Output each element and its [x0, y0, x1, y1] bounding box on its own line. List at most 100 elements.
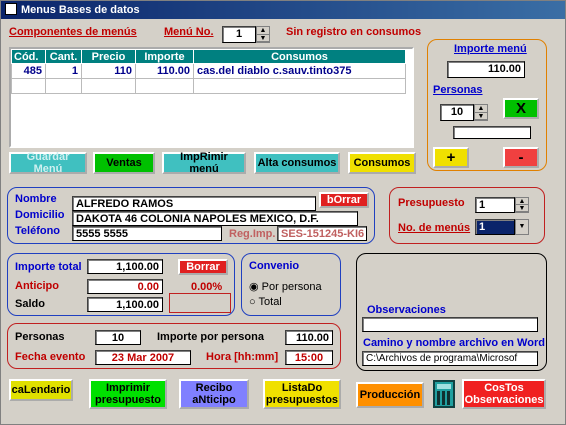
radio-checked-icon[interactable]: ◉ — [249, 281, 259, 293]
btn-line1: Imprimir — [105, 382, 150, 394]
presupuesto-field[interactable]: 1 — [475, 197, 515, 213]
word-path-field[interactable]: C:\Archivos de programa\Microsof — [362, 351, 538, 366]
hora-field[interactable]: 15:00 — [285, 350, 333, 365]
personas-spinner[interactable]: ▲ ▼ — [474, 104, 488, 121]
status-text: Sin registro en consumos — [286, 26, 422, 38]
fecha-field[interactable]: 23 Mar 2007 — [95, 350, 191, 365]
imprimir-presupuesto-button[interactable]: Imprimir presupuesto — [89, 379, 167, 409]
calculator-icon[interactable] — [433, 380, 455, 408]
consumos-button[interactable]: Consumos — [348, 152, 416, 174]
recibo-anticipo-button[interactable]: Recibo aNticipo — [179, 379, 249, 409]
spin-down-icon[interactable]: ▼ — [516, 205, 528, 212]
no-menus-select[interactable]: 1 — [475, 219, 515, 235]
spin-up-icon[interactable]: ▲ — [516, 198, 528, 205]
componentes-label: Componentes de menús — [9, 26, 137, 38]
word-path-label: Camino y nombre archivo en Word — [363, 337, 545, 349]
btn-line2: presupuesto — [94, 394, 161, 406]
convenio-label: Convenio — [249, 260, 300, 272]
personas-field[interactable]: 10 — [440, 104, 474, 121]
telefono-label: Teléfono — [15, 225, 61, 237]
col-importe[interactable]: Importe — [135, 49, 194, 64]
importe-menu-label: Importe menú — [454, 43, 527, 55]
ipp-field[interactable]: 110.00 — [285, 330, 333, 345]
radio-por-persona[interactable]: ◉ Por persona — [249, 280, 322, 293]
ventas-button[interactable]: Ventas — [93, 152, 155, 174]
spin-down-icon[interactable]: ▼ — [257, 35, 269, 42]
domicilio-field[interactable]: DAKOTA 46 COLONIA NAPOLES MEXICO, D.F. — [72, 211, 358, 226]
radio-label: Por persona — [261, 281, 322, 293]
menu-no-label: Menú No. — [164, 26, 214, 38]
importe-total-field[interactable]: 1,100.00 — [87, 259, 163, 274]
radio-label: Total — [258, 296, 282, 308]
table-row-empty[interactable] — [11, 78, 406, 94]
btn-line1: ListaDo — [281, 382, 323, 394]
ipp-label: Importe por persona — [157, 331, 264, 343]
saldo-field[interactable]: 1,100.00 — [87, 297, 163, 312]
cell-importe[interactable]: 110.00 — [135, 63, 194, 79]
cell-precio[interactable]: 110 — [81, 63, 136, 79]
table-row[interactable]: 485 1 110 110.00 cas.del diablo c.sauv.t… — [11, 63, 406, 79]
col-cod[interactable]: Cód. — [11, 49, 46, 64]
presupuesto-spinner[interactable]: ▲ ▼ — [515, 197, 529, 213]
guardar-menu-button[interactable]: Guardar Menú — [9, 151, 87, 175]
spin-up-icon[interactable]: ▲ — [257, 27, 269, 35]
window-title: Menus Bases de datos — [21, 4, 140, 16]
cell-cant[interactable]: 1 — [45, 63, 82, 79]
title-bar: Menus Bases de datos — [1, 1, 565, 19]
main-window: Menus Bases de datos Componentes de menú… — [0, 0, 566, 425]
observaciones-field[interactable] — [362, 317, 538, 332]
costos-observaciones-button[interactable]: CosTos Observaciones — [462, 379, 546, 409]
hora-label: Hora [hh:mm] — [206, 351, 279, 363]
borrar-totals-button[interactable]: Borrar — [178, 259, 228, 275]
anticipo-field[interactable]: 0.00 — [87, 279, 163, 294]
calendario-button[interactable]: caLendario — [9, 379, 73, 401]
regimp-label: Reg.Imp. — [229, 228, 276, 240]
btn-line2: presupuestos — [265, 394, 339, 406]
saldo-box — [169, 293, 231, 313]
btn-line2: Observaciones — [464, 394, 544, 406]
importe-total-label: Importe total — [15, 261, 82, 273]
plus-button[interactable]: + — [433, 147, 469, 168]
menu-no-spinner[interactable]: ▲ ▼ — [256, 26, 270, 43]
domicilio-label: Domicilio — [15, 209, 65, 221]
event-personas-field[interactable]: 10 — [95, 330, 141, 345]
spin-down-icon[interactable]: ▼ — [475, 113, 487, 120]
anticipo-label: Anticipo — [15, 280, 59, 292]
radio-total[interactable]: ○ Total — [249, 296, 282, 308]
nombre-field[interactable]: ALFREDO RAMOS — [72, 196, 316, 211]
cell-consumos[interactable]: cas.del diablo c.sauv.tinto375 — [193, 63, 406, 79]
x-button[interactable]: X — [503, 98, 539, 119]
personas-label: Personas — [433, 84, 483, 96]
saldo-label: Saldo — [15, 298, 45, 310]
fecha-label: Fecha evento — [15, 351, 86, 363]
regimp-field[interactable]: SES-151245-KI6 — [277, 226, 367, 241]
nombre-label: Nombre — [15, 193, 57, 205]
imprimir-menu-button[interactable]: ImpRimir menú — [162, 151, 246, 175]
borrar-client-button[interactable]: bOrrar — [319, 192, 369, 208]
minus-button[interactable]: - — [503, 147, 539, 168]
telefono-field[interactable]: 5555 5555 — [72, 226, 222, 241]
presupuesto-panel — [389, 187, 545, 244]
importe-menu-field[interactable]: 110.00 — [447, 61, 525, 78]
listado-presupuestos-button[interactable]: ListaDo presupuestos — [263, 379, 341, 409]
components-grid[interactable]: Cód. Cant. Precio Importe Consumos 485 1… — [9, 47, 414, 148]
produccion-button[interactable]: Producción — [356, 382, 424, 408]
btn-line1: Recibo — [195, 382, 233, 394]
app-icon — [5, 3, 17, 15]
alta-consumos-button[interactable]: Alta consumos — [254, 152, 340, 174]
no-menus-label: No. de menús — [398, 222, 471, 234]
presupuesto-label: Presupuesto — [398, 197, 465, 209]
col-precio[interactable]: Precio — [81, 49, 136, 64]
observaciones-label: Observaciones — [367, 304, 446, 316]
blank-field[interactable] — [453, 126, 531, 139]
col-consumos[interactable]: Consumos — [193, 49, 406, 64]
event-personas-label: Personas — [15, 331, 65, 343]
spin-up-icon[interactable]: ▲ — [475, 105, 487, 113]
radio-empty-icon[interactable]: ○ — [249, 296, 256, 308]
cell-cod[interactable]: 485 — [11, 63, 46, 79]
menu-no-field[interactable]: 1 — [222, 26, 256, 43]
btn-line1: CosTos — [484, 382, 524, 394]
col-cant[interactable]: Cant. — [45, 49, 82, 64]
chevron-down-icon[interactable]: ▼ — [515, 219, 529, 235]
btn-line2: aNticipo — [192, 394, 236, 406]
